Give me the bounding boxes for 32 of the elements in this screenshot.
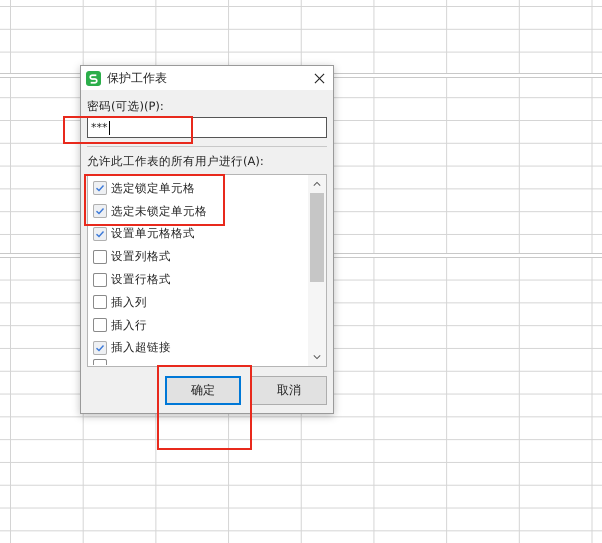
checkbox[interactable] [93, 181, 107, 196]
scroll-up-icon[interactable] [313, 181, 321, 187]
checkbox[interactable] [93, 272, 107, 287]
scrollbar-thumb[interactable] [310, 193, 324, 282]
password-label: 密码(可选)(P): [87, 98, 165, 114]
permission-label: 插入行 [111, 318, 147, 333]
permission-label: 选定锁定单元格 [111, 180, 195, 196]
dialog-button[interactable]: 取消 [251, 376, 327, 405]
app-logo-icon [86, 70, 101, 86]
checkbox[interactable] [93, 204, 107, 218]
checkbox[interactable] [93, 226, 107, 241]
check-icon [95, 342, 105, 353]
dialog-button[interactable]: 确定 [165, 376, 241, 405]
checkbox[interactable] [93, 295, 107, 310]
scroll-down-icon[interactable] [313, 354, 321, 360]
permission-label: 插入列 [111, 294, 147, 310]
checkbox[interactable] [93, 250, 107, 264]
check-icon [95, 206, 105, 216]
permission-label: 选定未锁定单元格 [111, 204, 207, 219]
permission-label: 设置列格式 [111, 249, 171, 264]
permission-label: 插入超链接 [111, 340, 171, 356]
scrollbar[interactable] [308, 175, 326, 366]
dialog-title: 保护工作表 [107, 70, 168, 86]
checkbox[interactable] [93, 318, 107, 332]
check-icon [95, 228, 105, 239]
check-icon [95, 183, 105, 194]
checkbox[interactable] [93, 340, 107, 355]
permission-label: 设置单元格格式 [111, 226, 195, 242]
close-icon[interactable] [314, 72, 325, 84]
permission-label: 设置行格式 [111, 272, 171, 288]
permissions-label: 允许此工作表的所有用户进行(A): [87, 153, 265, 169]
password-field[interactable]: *** [87, 117, 327, 138]
